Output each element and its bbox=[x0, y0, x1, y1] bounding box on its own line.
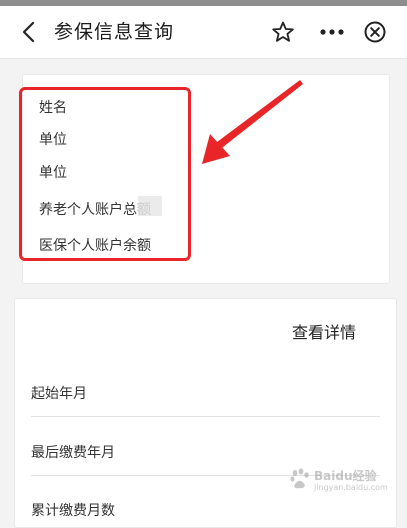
watermark-brand: Baidu经验 bbox=[314, 469, 377, 483]
more-icon[interactable] bbox=[319, 27, 345, 37]
view-details-link[interactable]: 查看详情 bbox=[292, 322, 356, 344]
baidu-watermark: Baidu经验 jingyan.baidu.com bbox=[290, 462, 388, 498]
paw-icon bbox=[290, 468, 309, 489]
annotation-highlight-box bbox=[19, 87, 191, 261]
annotation-arrow bbox=[202, 80, 303, 164]
back-icon[interactable] bbox=[18, 20, 40, 44]
close-icon[interactable] bbox=[363, 20, 387, 44]
nav-header: 参保信息查询 bbox=[0, 6, 407, 59]
page-title: 参保信息查询 bbox=[54, 21, 175, 43]
row-start-month: 起始年月 bbox=[31, 386, 87, 402]
row-last-payment-month: 最后缴费年月 bbox=[31, 445, 115, 461]
row-divider bbox=[31, 416, 380, 417]
row-total-paid-months: 累计缴费月数 bbox=[31, 503, 115, 519]
star-icon[interactable] bbox=[271, 20, 295, 44]
watermark-url: jingyan.baidu.com bbox=[314, 483, 388, 492]
